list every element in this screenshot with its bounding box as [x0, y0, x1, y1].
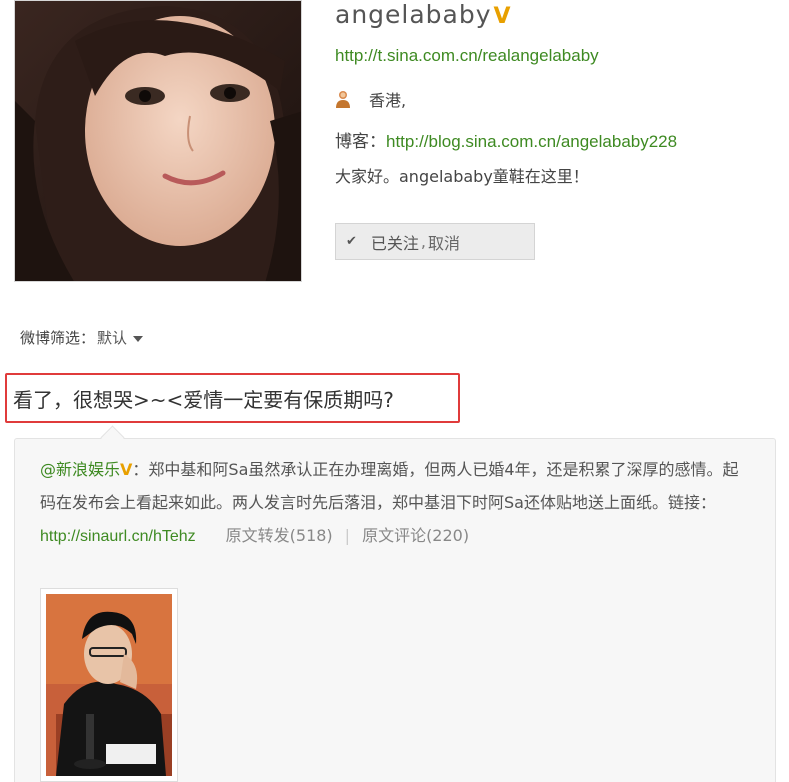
- verified-badge-icon[interactable]: V: [494, 4, 512, 29]
- blog-row: 博客：http://blog.sina.com.cn/angelababy228: [335, 127, 677, 152]
- weibo-profile-page: angelababyV http://t.sina.com.cn/realang…: [0, 0, 789, 782]
- profile-bio: 大家好。angelababy童鞋在这里！: [335, 167, 589, 186]
- original-comment-count-link[interactable]: 原文评论(220): [362, 526, 469, 545]
- repost-body: ：郑中基和阿Sa虽然承认正在办理离婚，但两人已婚4年，还是积累了深厚的感情。起码…: [40, 460, 739, 512]
- profile-name: angelababyV: [335, 0, 512, 29]
- blog-label: 博客：: [335, 132, 386, 152]
- caret-down-icon[interactable]: [133, 335, 144, 342]
- follow-status-label: 已关注: [370, 233, 419, 253]
- unfollow-link[interactable]: 取消: [428, 230, 460, 254]
- profile-url-link[interactable]: http://t.sina.com.cn/realangelababy: [335, 46, 599, 66]
- profile-name-text: angelababy: [335, 0, 492, 29]
- location-text: 香港,: [369, 91, 407, 110]
- original-repost-count-link[interactable]: 原文转发(518): [226, 526, 333, 545]
- verified-badge-icon[interactable]: V: [120, 460, 132, 479]
- repost-short-link[interactable]: http://sinaurl.cn/hTehz: [40, 528, 196, 545]
- weibo-filter[interactable]: 微博筛选： 默认: [20, 327, 144, 348]
- filter-value[interactable]: 默认: [97, 327, 127, 348]
- person-icon: [335, 90, 351, 108]
- repost-author-link[interactable]: @新浪娱乐: [40, 460, 120, 479]
- blog-link[interactable]: http://blog.sina.com.cn/angelababy228: [386, 132, 677, 151]
- meta-divider: |: [344, 526, 351, 545]
- post-text: 看了，很想哭>~<爱情一定要有保质期吗?: [13, 388, 394, 412]
- follow-separator: ,: [420, 232, 427, 251]
- repost-content: @新浪娱乐V：郑中基和阿Sa虽然承认正在办理离婚，但两人已婚4年，还是积累了深厚…: [40, 453, 746, 553]
- repost-image-thumbnail[interactable]: [40, 588, 178, 782]
- location-row: 香港,: [335, 87, 406, 111]
- follow-status-button[interactable]: ✔ 已关注 , 取消: [335, 223, 535, 260]
- profile-avatar[interactable]: [14, 0, 302, 282]
- check-icon: ✔: [346, 234, 357, 249]
- filter-label: 微博筛选：: [20, 329, 96, 347]
